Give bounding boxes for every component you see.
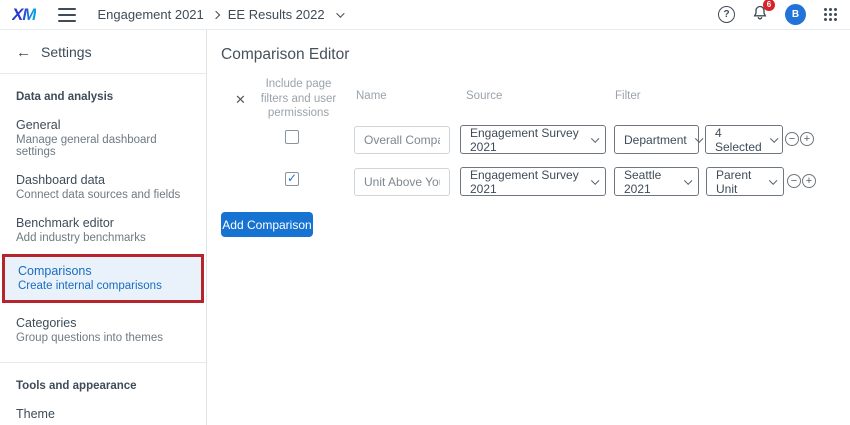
source-select-row2[interactable]: Engagement Survey 2021 bbox=[460, 167, 606, 196]
chevron-down-icon bbox=[591, 134, 599, 142]
name-input-row2[interactable] bbox=[354, 168, 450, 196]
filter-value-select-row2[interactable]: Parent Unit bbox=[706, 167, 784, 196]
sidebar-item-categories[interactable]: Categories Group questions into themes bbox=[0, 303, 206, 346]
help-icon[interactable]: ? bbox=[718, 6, 735, 23]
header-include-filters: Include page filters and user permission… bbox=[251, 77, 346, 121]
xm-logo[interactable]: XM bbox=[12, 5, 36, 25]
add-comparison-button[interactable]: Add Comparison bbox=[221, 212, 313, 237]
add-filter-button-row1[interactable]: + bbox=[800, 132, 814, 146]
breadcrumb-current[interactable]: EE Results 2022 bbox=[228, 7, 325, 22]
chevron-down-icon[interactable] bbox=[336, 9, 344, 17]
notifications-bell[interactable]: 6 bbox=[752, 4, 768, 26]
chevron-down-icon bbox=[591, 176, 599, 184]
source-select-row1[interactable]: Engagement Survey 2021 bbox=[460, 125, 606, 154]
breadcrumb: Engagement 2021 EE Results 2022 bbox=[98, 7, 342, 22]
sidebar-item-theme[interactable]: Theme bbox=[0, 394, 206, 425]
avatar[interactable]: B bbox=[785, 4, 806, 25]
chevron-down-icon bbox=[684, 176, 692, 184]
settings-back[interactable]: ← Settings bbox=[0, 30, 206, 74]
section-data-and-analysis: Data and analysis bbox=[0, 74, 206, 105]
remove-filter-button-row1[interactable]: − bbox=[785, 132, 799, 146]
filter-value-select-row1[interactable]: 4 Selected bbox=[705, 125, 783, 154]
back-arrow-icon: ← bbox=[16, 45, 31, 60]
settings-label: Settings bbox=[41, 44, 92, 60]
check-icon: ✓ bbox=[287, 172, 297, 184]
remove-filter-button-row2[interactable]: − bbox=[787, 174, 801, 188]
sidebar-item-benchmark-editor[interactable]: Benchmark editor Add industry benchmarks bbox=[0, 203, 206, 246]
settings-sidebar: ← Settings Data and analysis General Man… bbox=[0, 30, 207, 425]
comparison-editor-panel: Comparison Editor ✕ Include page filters… bbox=[207, 30, 850, 425]
section-tools-and-appearance: Tools and appearance bbox=[0, 363, 206, 394]
page-title: Comparison Editor bbox=[221, 46, 349, 64]
close-icon[interactable]: ✕ bbox=[235, 92, 246, 108]
notification-badge: 6 bbox=[763, 0, 775, 11]
breadcrumb-parent[interactable]: Engagement 2021 bbox=[98, 7, 204, 22]
include-checkbox-row1[interactable] bbox=[285, 130, 299, 144]
chevron-down-icon bbox=[769, 176, 777, 184]
filter-field-select-row1[interactable]: Department bbox=[614, 125, 699, 154]
header-name: Name bbox=[356, 90, 387, 102]
apps-grid-icon[interactable] bbox=[823, 7, 838, 22]
chevron-right-icon bbox=[212, 10, 220, 18]
header-filter: Filter bbox=[615, 90, 641, 102]
top-bar: XM Engagement 2021 EE Results 2022 ? 6 B bbox=[0, 0, 850, 30]
sidebar-item-dashboard-data[interactable]: Dashboard data Connect data sources and … bbox=[0, 160, 206, 203]
chevron-down-icon bbox=[695, 134, 703, 142]
header-source: Source bbox=[466, 90, 502, 102]
chevron-down-icon bbox=[770, 134, 778, 142]
sidebar-item-comparisons[interactable]: Comparisons Create internal comparisons bbox=[2, 254, 204, 303]
name-input-row1[interactable] bbox=[354, 126, 450, 154]
include-checkbox-row2[interactable]: ✓ bbox=[285, 172, 299, 186]
sidebar-item-general[interactable]: General Manage general dashboard setting… bbox=[0, 105, 206, 160]
add-filter-button-row2[interactable]: + bbox=[802, 174, 816, 188]
filter-field-select-row2[interactable]: Seattle 2021 bbox=[614, 167, 699, 196]
hamburger-menu-icon[interactable] bbox=[58, 8, 76, 22]
